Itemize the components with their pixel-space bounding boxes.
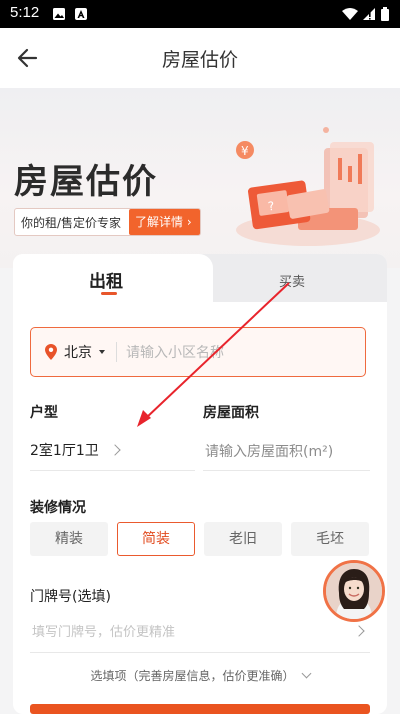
- details-button[interactable]: 了解详情 ›: [129, 209, 200, 235]
- tab-rent[interactable]: 出租: [13, 254, 213, 304]
- notification-icon: [75, 8, 87, 20]
- app-bar: 房屋估价: [0, 28, 400, 88]
- city-selector[interactable]: 北京: [64, 342, 92, 362]
- tab-bar: 买卖 出租: [13, 254, 387, 304]
- area-input[interactable]: [203, 438, 371, 466]
- chevron-right-icon: [109, 444, 121, 456]
- decoration-option-simple[interactable]: 简装: [117, 522, 195, 556]
- optional-items-toggle[interactable]: 选填项（完善房屋信息，估价更准确）: [13, 667, 387, 684]
- status-time: 5:12: [10, 4, 40, 21]
- battery-icon: [381, 7, 389, 21]
- hero-illustration: ¥ ?: [236, 127, 380, 246]
- image-icon: [53, 8, 65, 20]
- tab-active-indicator: [101, 292, 117, 295]
- chevron-down-icon: [301, 668, 311, 679]
- page-title: 房屋估价: [161, 49, 238, 71]
- tab-rent-label: 出租: [89, 272, 123, 292]
- door-number-label: 门牌号(选填): [30, 589, 111, 605]
- decoration-option-old[interactable]: 老旧: [204, 522, 282, 556]
- city-dropdown-caret-icon[interactable]: [99, 350, 105, 354]
- decoration-label: 装修情况: [30, 500, 86, 516]
- area-label: 房屋面积: [203, 405, 259, 421]
- decoration-option-fine[interactable]: 精装: [30, 522, 108, 556]
- location-pin-icon: [45, 344, 57, 360]
- coin-symbol: ¥: [241, 144, 249, 158]
- address-field: 北京: [30, 327, 366, 377]
- wifi-icon: [342, 8, 358, 20]
- optional-items-label: 选填项（完善房屋信息，估价更准确）: [90, 669, 295, 683]
- layout-label: 户型: [30, 405, 58, 421]
- hero-tagline: 你的租/售定价专家: [21, 215, 122, 230]
- details-button-label: 了解详情: [135, 215, 184, 229]
- tab-buy-sell-label: 买卖: [279, 275, 306, 290]
- hero-banner: 房屋估价 你的租/售定价专家 了解详情 › ¥ ?: [0, 88, 400, 268]
- community-search-input[interactable]: [124, 338, 358, 368]
- valuation-form-card: 买卖 出租 北京 户型 房屋面积 2室1厅1卫 装修情况 精装 简装 老旧 毛坯…: [13, 254, 387, 714]
- door-number-chevron-icon: [353, 625, 365, 637]
- hero-tagline-box: 你的租/售定价专家 了解详情 ›: [14, 208, 201, 236]
- layout-value: 2室1厅1卫: [30, 443, 99, 459]
- area-underline: [203, 470, 370, 471]
- layout-selector[interactable]: 2室1厅1卫: [30, 434, 195, 468]
- customer-service-avatar[interactable]: [323, 560, 385, 622]
- hero-title: 房屋估价: [14, 162, 158, 202]
- door-number-input[interactable]: [30, 618, 334, 646]
- layout-underline: [30, 470, 195, 471]
- decoration-option-rough[interactable]: 毛坯: [291, 522, 369, 556]
- signal-icon: [363, 8, 375, 20]
- door-number-underline: [30, 652, 370, 653]
- avatar-portrait-icon: [326, 563, 382, 619]
- submit-button[interactable]: [30, 704, 370, 714]
- tab-buy-sell[interactable]: 买卖: [188, 254, 387, 302]
- status-bar: 5:12: [0, 0, 400, 28]
- divider: [116, 342, 117, 362]
